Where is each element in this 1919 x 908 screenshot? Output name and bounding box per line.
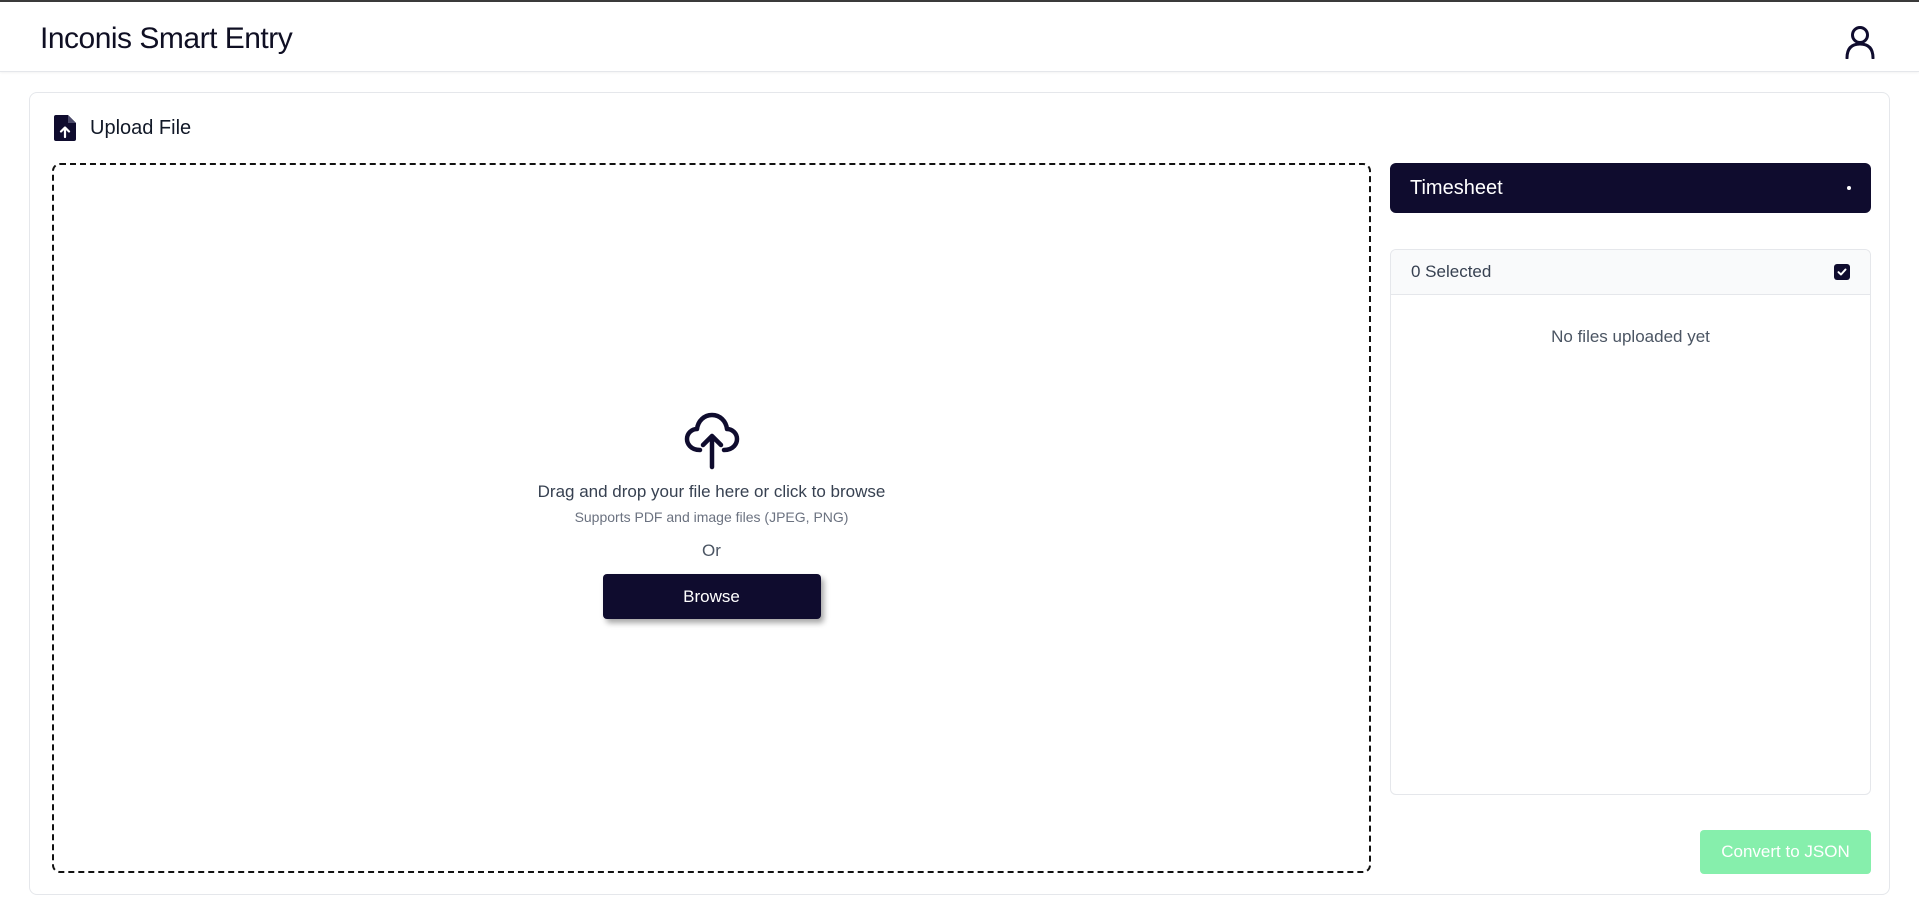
uploaded-files-panel: 0 Selected No files uploaded yet — [1390, 249, 1871, 795]
upload-section-title: Upload File — [90, 116, 192, 139]
checkmark-icon — [1837, 268, 1847, 276]
document-type-value: Timesheet — [1410, 176, 1503, 199]
selected-count: 0 Selected — [1411, 262, 1492, 281]
file-upload-icon — [54, 115, 76, 141]
dropzone-title: Drag and drop your file here or click to… — [537, 482, 886, 501]
file-dropzone[interactable]: Drag and drop your file here or click to… — [52, 163, 1371, 873]
upload-card: Upload File Drag and drop your file here… — [29, 92, 1890, 895]
upload-section-header: Upload File — [54, 115, 191, 141]
app-title: Inconis Smart Entry — [40, 22, 293, 55]
select-all-checkbox[interactable] — [1834, 264, 1850, 280]
browse-button[interactable]: Browse — [602, 574, 821, 619]
dropzone-subtitle: Supports PDF and image files (JPEG, PNG) — [574, 509, 849, 525]
document-type-select[interactable]: Timesheet — [1390, 163, 1871, 213]
user-profile-button[interactable] — [1842, 24, 1878, 60]
dropzone-or-text: Or — [702, 541, 721, 560]
dropzone-content: Drag and drop your file here or click to… — [54, 412, 1369, 619]
dropdown-indicator-icon — [1847, 186, 1851, 190]
empty-files-message: No files uploaded yet — [1551, 327, 1710, 346]
convert-to-json-button[interactable]: Convert to JSON — [1700, 830, 1871, 874]
user-icon — [1845, 26, 1875, 59]
files-panel-header: 0 Selected — [1391, 250, 1870, 295]
app-header: Inconis Smart Entry — [0, 2, 1919, 72]
cloud-upload-icon — [684, 412, 739, 470]
